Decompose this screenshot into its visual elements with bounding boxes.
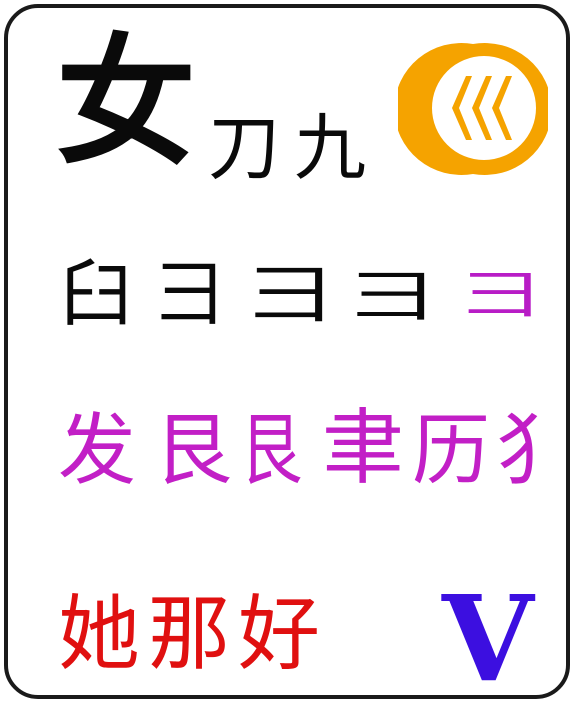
wave-1 [452,76,472,140]
row3-char-4: 聿 [322,401,405,496]
row3-char-3: 艮 [240,406,303,496]
row2-char-5: ⺕ [460,266,544,326]
row2-char-2: 彐 [154,252,227,336]
row2-char-1: 臼 [60,252,133,336]
row3-char-1: 发 [58,406,137,496]
row4-char-2: 那 [148,587,231,682]
row4-char-1: 她 [58,587,141,682]
row2-char-4: 彐 [348,265,438,330]
big-character: 女 [56,22,197,185]
character-card: 女 刀 九 臼 彐 彐 彐 ⺕ 发 艮 艮 聿 历 犭 她 那 好 V [4,4,570,699]
row4-char-3: 好 [238,587,321,682]
small-character-2: 九 [294,106,367,190]
latin-letter-v: V [442,569,534,699]
wave-3 [492,76,512,140]
wave-moon-icon [398,43,548,175]
row2-char-3: 彐 [246,259,336,333]
small-character-1: 刀 [208,106,281,190]
row3-char-5: 历 [412,406,491,496]
row3-char-2: 艮 [154,406,233,496]
row3-char-6: 犭 [496,406,570,496]
wave-2 [472,76,492,140]
